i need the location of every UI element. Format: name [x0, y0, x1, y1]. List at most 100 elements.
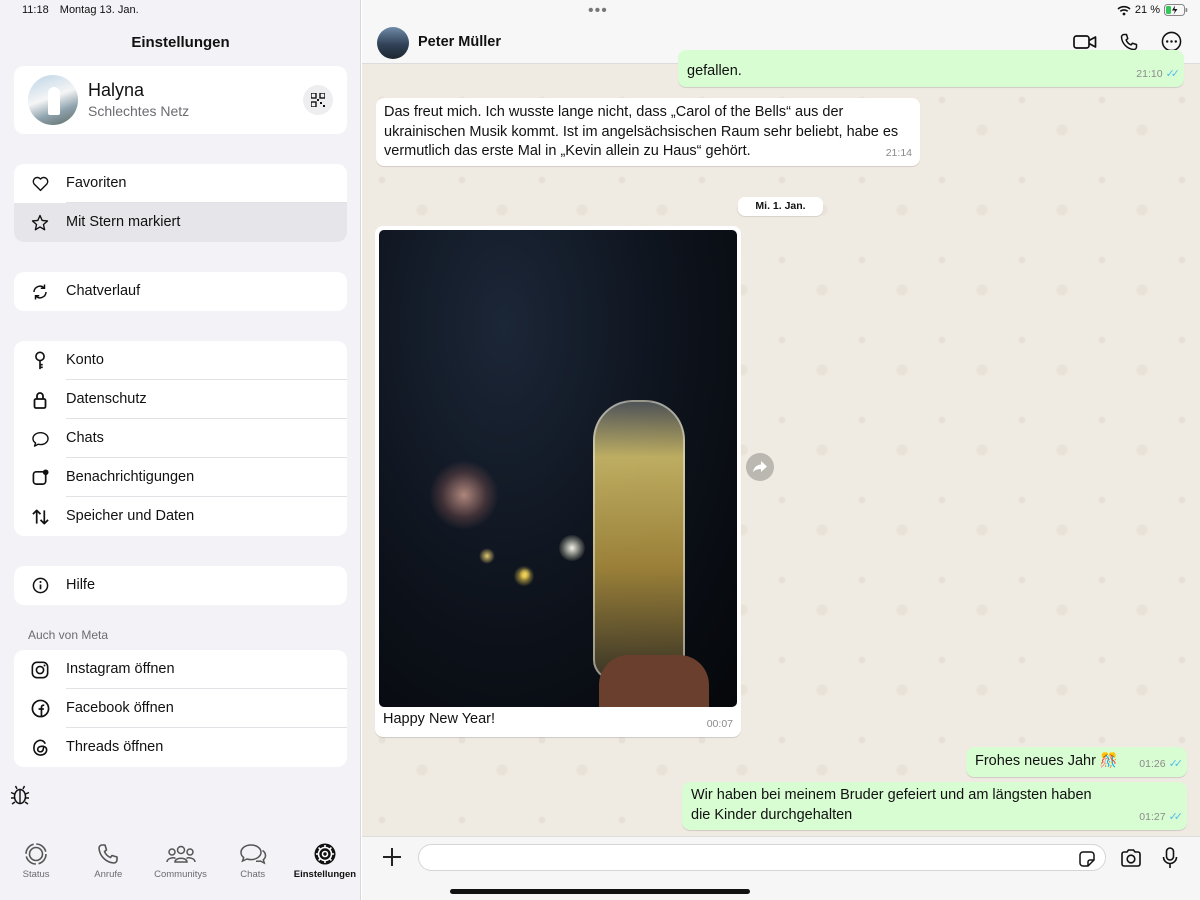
forward-button[interactable] [746, 453, 774, 481]
heart-icon [32, 176, 48, 191]
message-bubble-incoming[interactable]: Das freut mich. Ich wusste lange nicht, … [376, 98, 920, 166]
key-icon [35, 351, 45, 369]
status-date: Montag 13. Jan. [59, 4, 139, 16]
instagram-icon [31, 661, 49, 678]
status-time: 11:18 [22, 4, 49, 16]
message-bubble-outgoing[interactable]: Wir haben bei meinem Bruder gefeiert und… [682, 782, 1187, 830]
tab-chats[interactable]: Chats [217, 836, 289, 900]
message-time: 21:10 [1136, 67, 1163, 80]
double-check-icon: ✓✓ [1165, 67, 1181, 80]
camera-button[interactable] [1120, 849, 1142, 872]
date-separator: Mi. 1. Jan. [738, 197, 823, 216]
message-time: 00:07 [706, 717, 733, 730]
message-composer [362, 836, 1200, 900]
settings-item-label: Benachrichtigungen [66, 458, 347, 497]
settings-item-privacy[interactable]: Datenschutz [14, 380, 347, 419]
settings-item-chat-history[interactable]: Chatverlauf [14, 272, 347, 311]
battery-charging-icon [1164, 4, 1188, 16]
microphone-icon [1162, 847, 1178, 868]
multitasking-dots[interactable]: ••• [588, 2, 608, 20]
settings-item-notifications[interactable]: Benachrichtigungen [14, 458, 347, 497]
message-bubble-outgoing[interactable]: gefallen. 21:10 ✓✓ [678, 50, 1184, 87]
tab-bar: Status Anrufe Communitys Chats Einstellu… [0, 836, 361, 900]
info-icon [32, 577, 48, 594]
message-input[interactable] [418, 844, 1106, 871]
settings-gear-icon [314, 843, 336, 865]
status-bar-right: 21 % [1117, 4, 1188, 16]
favorites-group: Favoriten Mit Stern markiert [14, 164, 347, 242]
voice-call-icon[interactable] [1119, 32, 1139, 52]
phone-icon [98, 844, 119, 864]
status-icon [25, 843, 47, 865]
account-group: Konto Datenschutz Chats Benachrichtigung… [14, 341, 347, 536]
chat-bubble-icon [31, 431, 49, 447]
sticker-button[interactable] [1078, 850, 1096, 873]
message-photo[interactable] [379, 230, 737, 707]
profile-name: Halyna [88, 80, 145, 100]
message-bubble-image[interactable]: Happy New Year! 00:07 [375, 226, 741, 737]
settings-item-label: Chats [66, 419, 347, 458]
sync-icon [33, 284, 47, 299]
battery-percent: 21 % [1134, 4, 1160, 16]
message-text: Wir haben bei meinem Bruder gefeiert und… [691, 787, 1092, 823]
settings-item-threads[interactable]: Threads öffnen [14, 728, 347, 767]
profile-status: Schlechtes Netz [88, 103, 190, 119]
champagne-glass [593, 400, 685, 680]
tab-label: Einstellungen [293, 869, 357, 880]
contact-avatar[interactable] [377, 27, 409, 59]
qr-code-button[interactable] [303, 85, 333, 115]
settings-item-label: Facebook öffnen [66, 689, 347, 728]
chats-icon [239, 844, 266, 865]
debug-button[interactable] [10, 784, 30, 811]
page-title: Einstellungen [131, 34, 230, 51]
profile-card[interactable]: Halyna Schlechtes Netz [14, 66, 347, 134]
settings-item-chats[interactable]: Chats [14, 419, 347, 458]
avatar [28, 75, 78, 125]
microphone-button[interactable] [1162, 847, 1178, 874]
settings-item-help[interactable]: Hilfe [14, 566, 347, 605]
settings-item-facebook[interactable]: Facebook öffnen [14, 689, 347, 728]
home-indicator [450, 889, 750, 894]
chat-pane: ••• 21 % Peter Müller gefallen. 21:10 ✓✓… [362, 0, 1200, 900]
settings-item-account[interactable]: Konto [14, 341, 347, 380]
lock-icon [33, 391, 47, 409]
settings-item-starred[interactable]: Mit Stern markiert [14, 203, 347, 242]
message-bubble-outgoing[interactable]: Frohes neues Jahr 🎊 01:26 ✓✓ [966, 747, 1187, 777]
arrows-updown-icon [31, 508, 49, 525]
contact-name[interactable]: Peter Müller [418, 34, 501, 50]
settings-item-label: Datenschutz [66, 380, 347, 419]
tab-status[interactable]: Status [0, 836, 72, 900]
settings-pane: 11:18 Montag 13. Jan. Einstellungen Haly… [0, 0, 361, 900]
tab-label: Chats [240, 869, 266, 880]
star-icon [31, 214, 49, 230]
message-time: 01:26 [1139, 757, 1166, 770]
settings-item-storage[interactable]: Speicher und Daten [14, 497, 347, 536]
attach-button[interactable] [382, 847, 402, 869]
message-time: 01:27 [1139, 810, 1166, 823]
tab-communities[interactable]: Communitys [144, 836, 216, 900]
meta-apps-group: Instagram öffnen Facebook öffnen Threads… [14, 650, 347, 767]
chat-backup-group: Chatverlauf [14, 272, 347, 311]
message-time: 21:14 [885, 146, 912, 159]
tab-settings[interactable]: Einstellungen [289, 836, 361, 900]
qr-code-icon [311, 93, 325, 107]
message-meta: 00:07 [707, 715, 733, 735]
settings-item-instagram[interactable]: Instagram öffnen [14, 650, 347, 689]
help-group: Hilfe [14, 566, 347, 605]
tab-calls[interactable]: Anrufe [72, 836, 144, 900]
settings-item-label: Speicher und Daten [66, 508, 195, 524]
message-meta: 01:27 ✓✓ [1139, 808, 1183, 828]
threads-icon [32, 739, 47, 756]
settings-item-label: Favoriten [66, 164, 347, 203]
settings-item-favorites[interactable]: Favoriten [14, 164, 347, 203]
settings-item-label: Mit Stern markiert [66, 214, 181, 230]
status-bar-left: 11:18 Montag 13. Jan. [22, 4, 147, 16]
communities-icon [165, 845, 196, 863]
more-options-icon[interactable] [1161, 31, 1182, 52]
message-text: Frohes neues Jahr 🎊 [975, 753, 1118, 769]
settings-item-label: Threads öffnen [66, 739, 164, 755]
message-meta: 21:10 ✓✓ [1136, 65, 1181, 85]
message-meta: 01:26 ✓✓ [1139, 755, 1183, 775]
notification-icon [32, 469, 49, 485]
video-call-icon[interactable] [1073, 34, 1097, 50]
